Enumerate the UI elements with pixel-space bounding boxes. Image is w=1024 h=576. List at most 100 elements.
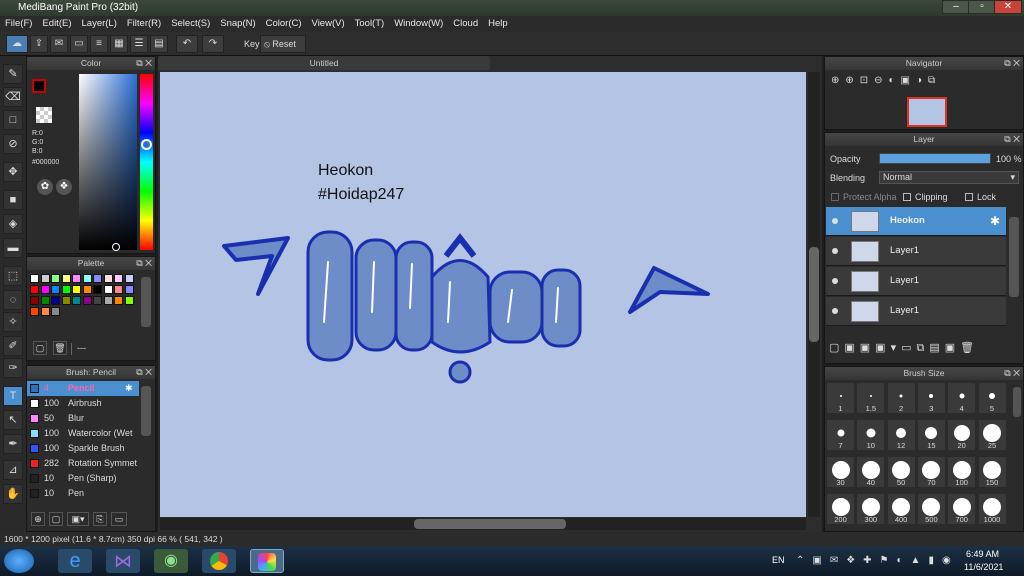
menu-window[interactable]: Window(W) xyxy=(389,16,448,31)
lasso-tool-icon[interactable]: ◌ xyxy=(3,290,23,310)
visibility-eye-icon[interactable] xyxy=(832,308,838,314)
medibang-taskbar-icon[interactable] xyxy=(250,549,284,573)
palette-swatch[interactable] xyxy=(93,285,102,294)
language-indicator[interactable]: EN xyxy=(772,555,785,565)
brush-copy-icon[interactable]: ⎘ xyxy=(93,512,107,526)
clock-time[interactable]: 6:49 AM xyxy=(966,549,999,559)
panel-close-icon[interactable]: ⧉ ✕ xyxy=(1004,133,1020,146)
brush-size-option[interactable]: 25 xyxy=(978,420,1006,450)
dropper-tool-icon[interactable]: ✒ xyxy=(3,434,23,454)
app-icon[interactable]: ◉ xyxy=(154,549,188,573)
horizontal-scroll-thumb[interactable] xyxy=(414,519,566,529)
document-icon[interactable]: ≡ xyxy=(90,35,108,53)
canvas-horizontal-scrollbar[interactable] xyxy=(160,518,806,530)
brush-size-option[interactable]: 2 xyxy=(887,383,915,413)
layer-action-icons[interactable]: ▢▣▣▣▾▭⧉▤▣🗑 xyxy=(829,341,979,355)
brush-add-icon[interactable]: ⊕ xyxy=(31,512,45,526)
internet-explorer-icon[interactable]: e xyxy=(58,549,92,573)
layer-row[interactable]: Heokon ✱ xyxy=(826,207,1006,236)
panel-close-icon[interactable]: ⧉ ✕ xyxy=(1004,367,1020,380)
brush-scrollbar[interactable] xyxy=(141,386,151,436)
brush-item[interactable]: 100 Watercolor (Wet xyxy=(27,426,139,441)
transparent-color-swatch[interactable] xyxy=(36,107,52,123)
menu-file[interactable]: File(F) xyxy=(0,16,37,31)
brush-tool-icon[interactable]: ✎ xyxy=(3,64,23,84)
palette-swatch[interactable] xyxy=(40,296,50,305)
magic-wand-icon[interactable]: ✧ xyxy=(3,312,23,332)
chrome-icon[interactable] xyxy=(202,549,236,573)
menu-tool[interactable]: Tool(T) xyxy=(350,16,390,31)
palette-swatch[interactable] xyxy=(61,274,71,283)
brush-size-option[interactable]: 70 xyxy=(917,457,945,487)
text-tool-icon[interactable]: T xyxy=(3,386,23,406)
menu-cloud[interactable]: Cloud xyxy=(448,16,483,31)
brush-item[interactable]: 10 Pen (Sharp) xyxy=(27,471,139,486)
palette-swatch[interactable] xyxy=(40,285,50,294)
palette-swatch[interactable] xyxy=(82,285,92,294)
brush-size-option[interactable]: 1 xyxy=(827,383,854,413)
eraser-tool-icon[interactable]: ⌫ xyxy=(3,87,23,107)
palette-swatch[interactable] xyxy=(72,274,81,283)
navigator-zoom-icons[interactable]: ⊕⊕⊡⊖◐▣◑⧉ xyxy=(831,75,941,86)
menu-filter[interactable]: Filter(R) xyxy=(122,16,166,31)
hue-slider[interactable] xyxy=(140,74,153,250)
palette-swatch[interactable] xyxy=(72,296,81,305)
hue-slider-handle[interactable] xyxy=(141,139,152,150)
palette-swatch[interactable] xyxy=(51,307,60,316)
document-tab[interactable]: Untitled xyxy=(158,56,490,70)
brush-size-option[interactable]: 100 xyxy=(948,457,976,487)
palette-swatch[interactable] xyxy=(82,274,92,283)
foreground-color-swatch[interactable] xyxy=(32,79,46,93)
navigator-preview[interactable] xyxy=(907,97,947,127)
comment-icon[interactable]: ✉ xyxy=(50,35,68,53)
export-icon[interactable]: ⇪ xyxy=(30,35,48,53)
menu-layer[interactable]: Layer(L) xyxy=(77,16,122,31)
select-tool-icon[interactable]: ⬚ xyxy=(3,266,23,286)
panel-close-icon[interactable]: ⧉ ✕ xyxy=(136,257,152,270)
palette-swatch[interactable] xyxy=(40,307,50,316)
clipping-checkbox[interactable] xyxy=(903,193,911,201)
brush-menu-icon[interactable]: ▣▾ xyxy=(67,512,89,526)
brush-item[interactable]: 10 Pen xyxy=(27,486,139,501)
brush-size-scrollbar[interactable] xyxy=(1013,387,1021,417)
layer-scrollbar[interactable] xyxy=(1009,217,1019,297)
brush-size-option[interactable]: 700 xyxy=(948,494,976,524)
brush-size-option[interactable]: 40 xyxy=(857,457,885,487)
brush-item[interactable]: 100 Sparkle Brush xyxy=(27,441,139,456)
palette-swatch[interactable] xyxy=(30,307,39,316)
visibility-eye-icon[interactable] xyxy=(832,218,838,224)
brush-size-option[interactable]: 4 xyxy=(948,383,976,413)
layer-row[interactable]: Layer1 xyxy=(826,237,1006,266)
brush-folder-icon[interactable]: ▭ xyxy=(111,512,127,526)
palette-swatch[interactable] xyxy=(51,274,60,283)
gradient-tool-icon[interactable]: ▬ xyxy=(3,238,23,258)
shape-tool-icon[interactable]: □ xyxy=(3,110,23,130)
palette-swatch[interactable] xyxy=(72,285,81,294)
menu-snap[interactable]: Snap(N) xyxy=(215,16,260,31)
lock-checkbox[interactable] xyxy=(965,193,973,201)
gear-icon[interactable]: ✱ xyxy=(125,381,133,396)
color-picker-icon[interactable]: ❖ xyxy=(56,179,72,195)
list-icon[interactable]: ☰ xyxy=(130,35,148,53)
brush-size-option[interactable]: 300 xyxy=(857,494,885,524)
brush-item[interactable]: 282 Rotation Symmet xyxy=(27,456,139,471)
select-pen-icon[interactable]: ✐ xyxy=(3,336,23,356)
palette-swatch[interactable] xyxy=(124,296,134,305)
palette-swatch[interactable] xyxy=(30,296,39,305)
protect-alpha-checkbox[interactable] xyxy=(831,193,839,201)
palette-swatch[interactable] xyxy=(103,296,113,305)
color-wheel-icon[interactable]: ✿ xyxy=(37,179,53,195)
visibility-eye-icon[interactable] xyxy=(832,248,838,254)
rectangle-tool-icon[interactable]: ■ xyxy=(3,190,23,210)
select-eraser-icon[interactable]: ✑ xyxy=(3,358,23,378)
brush-size-option[interactable]: 1.5 xyxy=(857,383,885,413)
menu-select[interactable]: Select(S) xyxy=(166,16,215,31)
redo-icon[interactable]: ↷ xyxy=(202,35,224,53)
layout-icon[interactable]: ▤ xyxy=(150,35,168,53)
close-button[interactable]: ✕ xyxy=(994,0,1022,14)
visibility-eye-icon[interactable] xyxy=(832,278,838,284)
palette-swatch[interactable] xyxy=(30,274,39,283)
palette-swatch[interactable] xyxy=(103,274,113,283)
palette-swatch[interactable] xyxy=(114,285,123,294)
undo-icon[interactable]: ↶ xyxy=(176,35,198,53)
